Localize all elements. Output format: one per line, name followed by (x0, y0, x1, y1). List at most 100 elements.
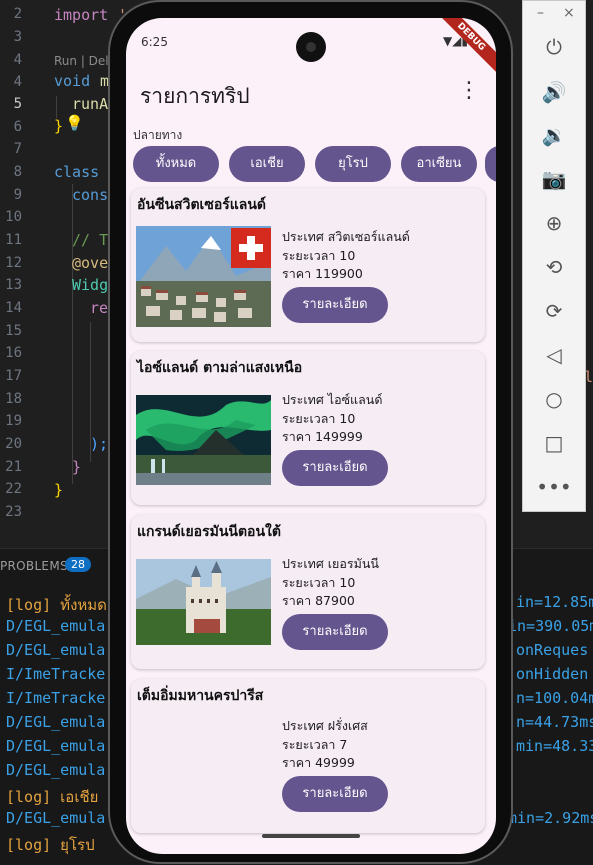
trip-title: ไอซ์แลนด์ ตามล่าแสงเหนือ (137, 360, 303, 376)
page-title: รายการทริป (140, 84, 250, 108)
more-vert-icon[interactable]: ⋮ (458, 80, 480, 102)
trip-image (136, 226, 271, 327)
line-number: 6 (13, 119, 22, 135)
details-button[interactable]: รายละเอียด (282, 614, 388, 650)
rotate-left-icon[interactable]: ⟲ (523, 255, 585, 279)
log-line: D/EGL_emula (6, 761, 106, 779)
trip-card[interactable]: เต็มอิ่มมหานครปารีส ประเทศ ฝรั่งเศส ระยะ… (131, 679, 485, 833)
details-button[interactable]: รายละเอียด (282, 450, 388, 486)
trip-price: ราคา 149999 (282, 429, 363, 444)
problems-count-badge: 28 (65, 557, 91, 572)
log-line-tail: min=48.33 (516, 737, 593, 755)
line-number: 14 (5, 300, 22, 316)
trip-image (136, 395, 271, 485)
home-icon[interactable]: ○ (523, 387, 585, 411)
log-line-tail: onHidden (516, 665, 589, 683)
emulator-toolbar: – × ⏻ 🔊 🔉 📷 ⊕ ⟲ ⟳ ◁ ○ □ ••• (522, 0, 586, 512)
phone-screen: 6:25 ▼◢▮ DEBUG รายการทริป ⋮ ปลายทาง ทั้ง… (126, 18, 496, 854)
log-line: I/ImeTracke (6, 665, 106, 683)
close-button[interactable]: × (563, 5, 575, 21)
minimize-button[interactable]: – (537, 5, 544, 21)
code-token: // T (72, 231, 109, 249)
tab-problems[interactable]: PROBLEMS (0, 559, 68, 573)
log-line: D/EGL_emula (6, 809, 106, 827)
trip-duration: ระยะเวลา 10 (282, 410, 356, 426)
log-line: [log] เอเชีย (6, 788, 99, 806)
log-line-tail: n=100.04m (516, 689, 593, 707)
log-line-tail: n=44.73ms (516, 713, 593, 731)
line-number: 12 (5, 255, 22, 271)
code-token: } (72, 458, 82, 476)
line-number: 20 (5, 436, 22, 452)
line-number: 11 (5, 232, 22, 248)
line-number: 8 (13, 164, 22, 180)
destination-label: ปลายทาง (133, 128, 183, 142)
chip-all[interactable]: ทั้งหมด (133, 146, 219, 182)
code-token: re (90, 299, 109, 317)
overview-icon[interactable]: □ (523, 431, 585, 455)
log-line: D/EGL_emula (6, 617, 106, 635)
zoom-in-icon[interactable]: ⊕ (523, 211, 585, 235)
trip-card[interactable]: แกรนด์เยอรมันนีตอนใต้ ประเทศ เยอรมันนี ร… (131, 515, 485, 669)
line-number: 21 (5, 459, 22, 475)
volume-down-icon[interactable]: 🔉 (523, 123, 585, 147)
status-time: 6:25 (141, 35, 168, 49)
debug-banner: DEBUG (427, 18, 496, 81)
code-token: runA (72, 95, 109, 113)
chip-asia[interactable]: เอเชีย (229, 146, 305, 182)
lightbulb-icon[interactable]: 💡 (65, 114, 84, 132)
chip-more[interactable] (485, 146, 496, 182)
line-number: 15 (5, 323, 22, 339)
codelens-run-hint[interactable]: Run | Del (54, 54, 109, 68)
log-line: D/EGL_emula (6, 641, 106, 659)
details-button[interactable]: รายละเอียด (282, 776, 388, 812)
back-icon[interactable]: ◁ (523, 343, 585, 367)
log-line-tail: onReques (516, 641, 589, 659)
line-number: 22 (5, 481, 22, 497)
code-token: cons (72, 186, 109, 204)
trip-country: ประเทศ เยอรมันนี (282, 556, 379, 571)
log-line: [log] ทั้งหมด (6, 596, 107, 614)
status-bar: 6:25 ▼◢▮ DEBUG (126, 18, 496, 81)
trip-card[interactable]: ไอซ์แลนด์ ตามล่าแสงเหนือ ประเทศ ไอซ์แลนด… (131, 351, 485, 505)
trip-info: ประเทศ เยอรมันนี ระยะเวลา 10 ราคา 87900 (282, 555, 379, 611)
trip-card[interactable]: อันซีนสวิตเซอร์แลนด์ ประเทศ สวิตเซอร์แลน… (131, 188, 485, 342)
line-number: 10 (5, 209, 22, 225)
log-line: D/EGL_emula (6, 737, 106, 755)
log-line: D/EGL_emula (6, 713, 106, 731)
code-token: Widg (72, 276, 109, 294)
trip-country: ประเทศ สวิตเซอร์แลนด์ (282, 229, 410, 244)
line-number: 4 (13, 74, 22, 90)
indent-guide (72, 184, 73, 484)
line-number: 2 (13, 6, 22, 22)
line-number: 4 (13, 52, 22, 68)
more-icon[interactable]: ••• (523, 475, 585, 499)
line-number: 16 (5, 345, 22, 361)
trip-country: ประเทศ ไอซ์แลนด์ (282, 392, 383, 407)
log-line-tail: min=2.92ms (508, 809, 593, 827)
line-number: 13 (5, 277, 22, 293)
line-number: 23 (5, 504, 22, 520)
chip-asean[interactable]: อาเซียน (401, 146, 477, 182)
power-icon[interactable]: ⏻ (523, 35, 585, 59)
trip-duration: ระยะเวลา 7 (282, 736, 348, 752)
line-number: 7 (13, 141, 22, 157)
code-token: void (54, 72, 91, 90)
camera-icon[interactable]: 📷 (523, 167, 585, 191)
trip-info: ประเทศ ฝรั่งเศส ระยะเวลา 7 ราคา 49999 (282, 717, 368, 773)
details-button[interactable]: รายละเอียด (282, 287, 388, 323)
trip-title: เต็มอิ่มมหานครปารีส (137, 688, 264, 704)
log-line: [log] ยุโรป (6, 836, 95, 854)
gesture-nav-bar[interactable] (262, 834, 360, 838)
trip-price: ราคา 119900 (282, 266, 363, 281)
trip-duration: ระยะเวลา 10 (282, 247, 356, 263)
trip-info: ประเทศ สวิตเซอร์แลนด์ ระยะเวลา 10 ราคา 1… (282, 228, 410, 284)
front-camera (296, 32, 326, 62)
chip-europe[interactable]: ยุโรป (315, 146, 391, 182)
rotate-right-icon[interactable]: ⟳ (523, 299, 585, 323)
line-number: 18 (5, 391, 22, 407)
code-token: class (54, 163, 100, 181)
volume-up-icon[interactable]: 🔊 (523, 80, 585, 104)
trip-country: ประเทศ ฝรั่งเศส (282, 718, 368, 733)
trip-image (136, 559, 271, 645)
